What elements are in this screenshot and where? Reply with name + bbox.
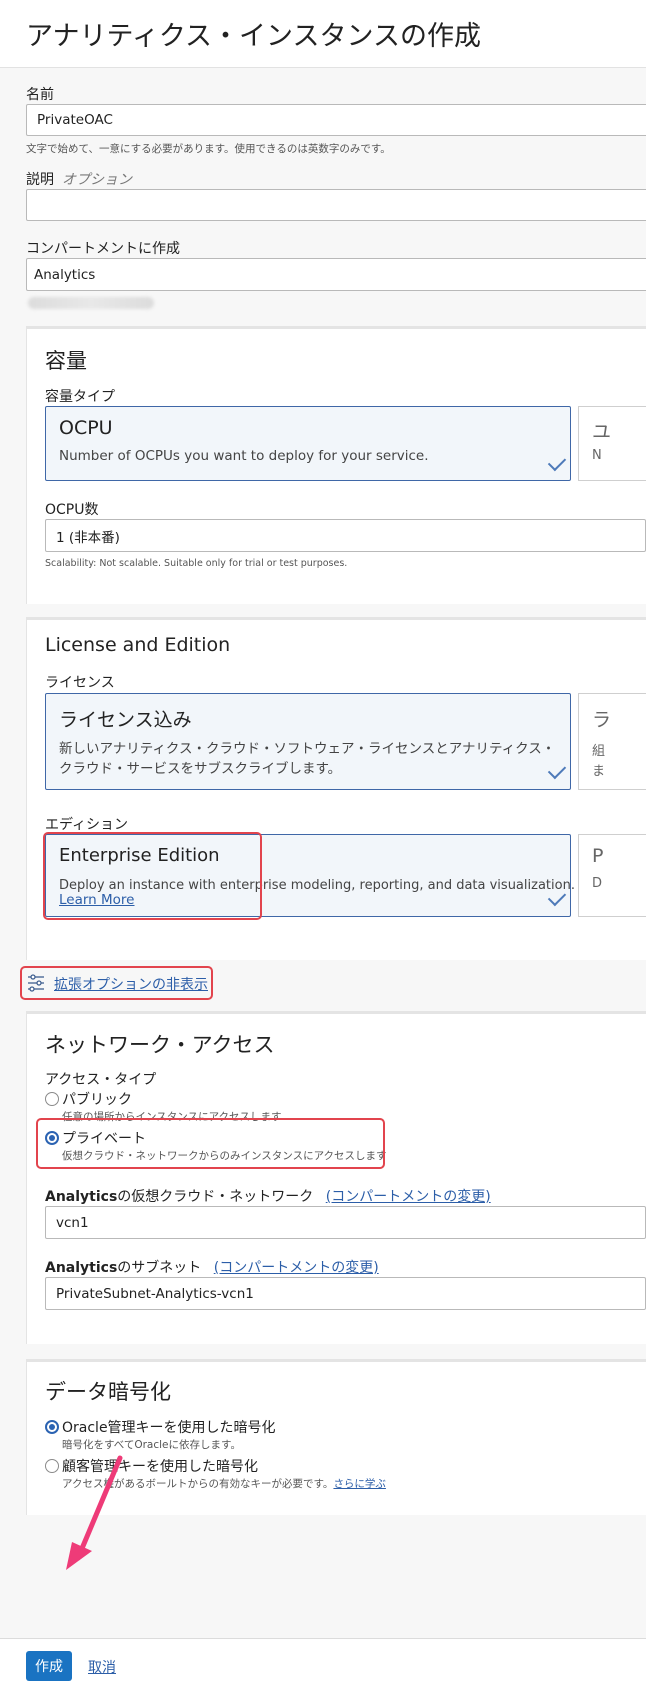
check-icon bbox=[547, 452, 567, 472]
public-label[interactable]: パブリック bbox=[62, 1089, 132, 1109]
create-button[interactable]: 作成 bbox=[26, 1651, 72, 1681]
ocpu-card[interactable]: OCPU Number of OCPUs you want to deploy … bbox=[45, 406, 571, 481]
subnet-label-rest: のサブネット bbox=[117, 1260, 202, 1276]
byol-card-description-1: 組 bbox=[592, 744, 606, 759]
ocpu-card-title: OCPU bbox=[59, 417, 113, 439]
network-access-title: ネットワーク・アクセス bbox=[45, 1033, 275, 1057]
vcn-select[interactable]: vcn1 bbox=[45, 1206, 646, 1239]
data-encryption-title: データ暗号化 bbox=[45, 1380, 171, 1404]
name-input-value: PrivateOAC bbox=[37, 112, 113, 128]
footer-bar: 作成 取消 bbox=[0, 1638, 646, 1693]
capacity-type-label: 容量タイプ bbox=[45, 389, 115, 405]
oracle-managed-key-radio[interactable] bbox=[45, 1420, 59, 1434]
subnet-select-value: PrivateSubnet-Analytics-vcn1 bbox=[56, 1285, 254, 1302]
customer-managed-key-radio[interactable] bbox=[45, 1459, 59, 1473]
public-radio[interactable] bbox=[45, 1092, 59, 1106]
description-label: 説明 オプション bbox=[26, 169, 132, 189]
page-title: アナリティクス・インスタンスの作成 bbox=[26, 21, 481, 52]
vcn-label-rest: の仮想クラウド・ネットワーク bbox=[117, 1189, 314, 1205]
name-label: 名前 bbox=[26, 87, 54, 103]
user-card-title: ユ bbox=[592, 421, 612, 443]
annotation-arrow-icon bbox=[66, 1455, 123, 1570]
vcn-select-value: vcn1 bbox=[56, 1214, 89, 1231]
encryption-learn-more-link[interactable]: さらに学ぶ bbox=[333, 1478, 386, 1490]
professional-card-description: D bbox=[592, 876, 603, 891]
oracle-managed-key-label[interactable]: Oracle管理キーを使用した暗号化 bbox=[62, 1417, 276, 1437]
vcn-label-bold: Analytics bbox=[45, 1189, 118, 1205]
vcn-change-compartment-link[interactable]: (コンパートメントの変更) bbox=[326, 1189, 491, 1205]
byol-card[interactable]: ラ 組 ま bbox=[578, 693, 646, 790]
vcn-label: Analyticsの仮想クラウド・ネットワーク (コンパートメントの変更) bbox=[45, 1186, 491, 1206]
license-card-title: ライセンス込み bbox=[59, 709, 192, 731]
professional-card-title: P bbox=[592, 845, 604, 867]
name-help: 文字で始めて、一意にする必要があります。使用できるのは英数字のみです。 bbox=[26, 143, 391, 155]
highlight-advanced-toggle bbox=[20, 966, 213, 1000]
compartment-label: コンパートメントに作成 bbox=[26, 241, 180, 257]
name-input[interactable]: PrivateOAC bbox=[26, 104, 646, 136]
highlight-edition bbox=[43, 832, 262, 920]
ocpu-count-select[interactable]: 1 (非本番) bbox=[45, 519, 646, 552]
license-label: ライセンス bbox=[45, 675, 115, 691]
byol-card-description-2: ま bbox=[592, 764, 606, 779]
ocpu-count-value: 1 (非本番) bbox=[56, 529, 120, 546]
page-header: アナリティクス・インスタンスの作成 bbox=[0, 0, 646, 68]
subnet-label-bold: Analytics bbox=[45, 1260, 118, 1276]
description-input[interactable] bbox=[26, 189, 646, 221]
subnet-select[interactable]: PrivateSubnet-Analytics-vcn1 bbox=[45, 1277, 646, 1310]
license-card-description-1: 新しいアナリティクス・クラウド・ソフトウェア・ライセンスとアナリティクス・ bbox=[59, 741, 556, 757]
highlight-private bbox=[36, 1118, 385, 1169]
license-card-description-2: クラウド・サービスをサブスクライブします。 bbox=[59, 761, 342, 777]
subnet-label: Analyticsのサブネット (コンパートメントの変更) bbox=[45, 1257, 379, 1277]
professional-edition-card[interactable]: P D bbox=[578, 834, 646, 917]
check-icon bbox=[547, 760, 567, 780]
user-card-description: N bbox=[592, 448, 602, 463]
edition-label: エディション bbox=[45, 817, 129, 833]
byol-card-title: ラ bbox=[592, 709, 612, 731]
compartment-path-blurred bbox=[28, 297, 154, 309]
capacity-title: 容量 bbox=[45, 349, 87, 373]
cancel-link[interactable]: 取消 bbox=[88, 1657, 116, 1677]
ocpu-count-label: OCPU数 bbox=[45, 502, 99, 518]
scalability-help: Scalability: Not scalable. Suitable only… bbox=[45, 558, 348, 569]
license-edition-title: License and Edition bbox=[45, 634, 231, 656]
access-type-label: アクセス・タイプ bbox=[45, 1072, 157, 1088]
compartment-select[interactable]: Analytics bbox=[26, 258, 646, 291]
license-included-card[interactable]: ライセンス込み 新しいアナリティクス・クラウド・ソフトウェア・ライセンスとアナリ… bbox=[45, 693, 571, 790]
user-card[interactable]: ユ N bbox=[578, 406, 646, 481]
subnet-change-compartment-link[interactable]: (コンパートメントの変更) bbox=[214, 1260, 379, 1276]
ocpu-card-description: Number of OCPUs you want to deploy for y… bbox=[59, 448, 429, 464]
description-optional: オプション bbox=[62, 172, 132, 188]
compartment-select-value: Analytics bbox=[34, 266, 96, 283]
description-label-text: 説明 bbox=[26, 172, 54, 188]
